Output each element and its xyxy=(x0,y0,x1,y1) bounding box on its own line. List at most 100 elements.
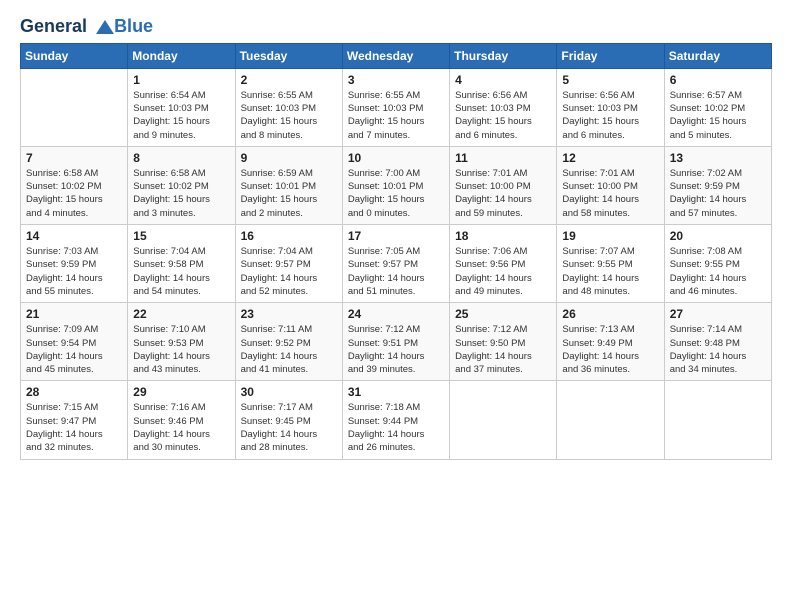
day-number: 29 xyxy=(133,385,229,399)
logo-text: General xyxy=(20,16,116,37)
day-number: 15 xyxy=(133,229,229,243)
day-cell-8: 8 Sunrise: 6:58 AM Sunset: 10:02 PM Dayli… xyxy=(128,146,235,224)
day-number: 6 xyxy=(670,73,766,87)
day-number: 16 xyxy=(241,229,337,243)
day-number: 9 xyxy=(241,151,337,165)
day-info: Sunrise: 6:57 AM Sunset: 10:02 PM Daylig… xyxy=(670,89,766,142)
day-number: 10 xyxy=(348,151,444,165)
day-cell-13: 13 Sunrise: 7:02 AM Sunset: 9:59 PM Dayli… xyxy=(664,146,771,224)
day-cell-20: 20 Sunrise: 7:08 AM Sunset: 9:55 PM Dayli… xyxy=(664,225,771,303)
day-info: Sunrise: 7:03 AM Sunset: 9:59 PM Dayligh… xyxy=(26,245,122,298)
day-info: Sunrise: 6:59 AM Sunset: 10:01 PM Daylig… xyxy=(241,167,337,220)
day-number: 21 xyxy=(26,307,122,321)
weekday-header-sunday: Sunday xyxy=(21,43,128,68)
day-cell-14: 14 Sunrise: 7:03 AM Sunset: 9:59 PM Dayli… xyxy=(21,225,128,303)
day-info: Sunrise: 7:05 AM Sunset: 9:57 PM Dayligh… xyxy=(348,245,444,298)
day-cell-15: 15 Sunrise: 7:04 AM Sunset: 9:58 PM Dayli… xyxy=(128,225,235,303)
day-cell-3: 3Sunrise: 6:55 AM Sunset: 10:03 PM Dayli… xyxy=(342,68,449,146)
day-info: Sunrise: 7:12 AM Sunset: 9:51 PM Dayligh… xyxy=(348,323,444,376)
day-cell-7: 7 Sunrise: 6:58 AM Sunset: 10:02 PM Dayli… xyxy=(21,146,128,224)
day-cell-18: 18 Sunrise: 7:06 AM Sunset: 9:56 PM Dayli… xyxy=(450,225,557,303)
day-info: Sunrise: 7:11 AM Sunset: 9:52 PM Dayligh… xyxy=(241,323,337,376)
day-info: Sunrise: 7:16 AM Sunset: 9:46 PM Dayligh… xyxy=(133,401,229,454)
weekday-header-thursday: Thursday xyxy=(450,43,557,68)
weekday-header-monday: Monday xyxy=(128,43,235,68)
day-number: 22 xyxy=(133,307,229,321)
day-number: 13 xyxy=(670,151,766,165)
day-number: 17 xyxy=(348,229,444,243)
day-cell-16: 16 Sunrise: 7:04 AM Sunset: 9:57 PM Dayli… xyxy=(235,225,342,303)
day-number: 5 xyxy=(562,73,658,87)
day-cell-1: 1 Sunrise: 6:54 AM Sunset: 10:03 PM Dayli… xyxy=(128,68,235,146)
day-number: 27 xyxy=(670,307,766,321)
logo: General Blue xyxy=(20,16,153,37)
day-number: 8 xyxy=(133,151,229,165)
day-number: 12 xyxy=(562,151,658,165)
day-cell-24: 24 Sunrise: 7:12 AM Sunset: 9:51 PM Dayli… xyxy=(342,303,449,381)
day-cell-29: 29 Sunrise: 7:16 AM Sunset: 9:46 PM Dayli… xyxy=(128,381,235,459)
day-info: Sunrise: 6:58 AM Sunset: 10:02 PM Daylig… xyxy=(133,167,229,220)
day-info: Sunrise: 7:14 AM Sunset: 9:48 PM Dayligh… xyxy=(670,323,766,376)
empty-cell xyxy=(21,68,128,146)
week-row-4: 21 Sunrise: 7:09 AM Sunset: 9:54 PM Dayli… xyxy=(21,303,772,381)
day-number: 30 xyxy=(241,385,337,399)
day-info: Sunrise: 7:01 AM Sunset: 10:00 PM Daylig… xyxy=(455,167,551,220)
day-cell-4: 4 Sunrise: 6:56 AM Sunset: 10:03 PM Dayli… xyxy=(450,68,557,146)
header: General Blue xyxy=(20,16,772,37)
day-info: Sunrise: 6:58 AM Sunset: 10:02 PM Daylig… xyxy=(26,167,122,220)
day-info: Sunrise: 7:01 AM Sunset: 10:00 PM Daylig… xyxy=(562,167,658,220)
day-number: 24 xyxy=(348,307,444,321)
day-number: 20 xyxy=(670,229,766,243)
weekday-header-saturday: Saturday xyxy=(664,43,771,68)
day-cell-10: 10Sunrise: 7:00 AM Sunset: 10:01 PM Dayl… xyxy=(342,146,449,224)
day-cell-23: 23 Sunrise: 7:11 AM Sunset: 9:52 PM Dayli… xyxy=(235,303,342,381)
day-cell-5: 5 Sunrise: 6:56 AM Sunset: 10:03 PM Dayli… xyxy=(557,68,664,146)
week-row-2: 7 Sunrise: 6:58 AM Sunset: 10:02 PM Dayli… xyxy=(21,146,772,224)
day-cell-27: 27 Sunrise: 7:14 AM Sunset: 9:48 PM Dayli… xyxy=(664,303,771,381)
day-number: 11 xyxy=(455,151,551,165)
day-info: Sunrise: 6:56 AM Sunset: 10:03 PM Daylig… xyxy=(562,89,658,142)
day-info: Sunrise: 7:12 AM Sunset: 9:50 PM Dayligh… xyxy=(455,323,551,376)
week-row-3: 14 Sunrise: 7:03 AM Sunset: 9:59 PM Dayli… xyxy=(21,225,772,303)
day-number: 25 xyxy=(455,307,551,321)
weekday-header-friday: Friday xyxy=(557,43,664,68)
calendar: SundayMondayTuesdayWednesdayThursdayFrid… xyxy=(20,43,772,460)
day-number: 18 xyxy=(455,229,551,243)
day-cell-2: 2 Sunrise: 6:55 AM Sunset: 10:03 PM Dayli… xyxy=(235,68,342,146)
day-info: Sunrise: 6:54 AM Sunset: 10:03 PM Daylig… xyxy=(133,89,229,142)
day-number: 4 xyxy=(455,73,551,87)
day-number: 23 xyxy=(241,307,337,321)
day-number: 14 xyxy=(26,229,122,243)
day-cell-21: 21 Sunrise: 7:09 AM Sunset: 9:54 PM Dayli… xyxy=(21,303,128,381)
weekday-header-wednesday: Wednesday xyxy=(342,43,449,68)
day-info: Sunrise: 6:56 AM Sunset: 10:03 PM Daylig… xyxy=(455,89,551,142)
day-number: 7 xyxy=(26,151,122,165)
day-info: Sunrise: 7:18 AM Sunset: 9:44 PM Dayligh… xyxy=(348,401,444,454)
day-cell-25: 25 Sunrise: 7:12 AM Sunset: 9:50 PM Dayli… xyxy=(450,303,557,381)
day-info: Sunrise: 7:09 AM Sunset: 9:54 PM Dayligh… xyxy=(26,323,122,376)
day-info: Sunrise: 7:02 AM Sunset: 9:59 PM Dayligh… xyxy=(670,167,766,220)
day-info: Sunrise: 7:10 AM Sunset: 9:53 PM Dayligh… xyxy=(133,323,229,376)
logo-icon xyxy=(94,18,116,36)
day-number: 2 xyxy=(241,73,337,87)
day-info: Sunrise: 6:55 AM Sunset: 10:03 PM Daylig… xyxy=(241,89,337,142)
logo-blue: Blue xyxy=(114,16,153,37)
day-cell-26: 26 Sunrise: 7:13 AM Sunset: 9:49 PM Dayli… xyxy=(557,303,664,381)
page: General Blue SundayMondayTuesdayWednesda… xyxy=(0,0,792,480)
day-info: Sunrise: 7:04 AM Sunset: 9:58 PM Dayligh… xyxy=(133,245,229,298)
day-info: Sunrise: 7:04 AM Sunset: 9:57 PM Dayligh… xyxy=(241,245,337,298)
day-number: 3 xyxy=(348,73,444,87)
week-row-1: 1 Sunrise: 6:54 AM Sunset: 10:03 PM Dayli… xyxy=(21,68,772,146)
day-number: 28 xyxy=(26,385,122,399)
day-info: Sunrise: 7:06 AM Sunset: 9:56 PM Dayligh… xyxy=(455,245,551,298)
day-number: 26 xyxy=(562,307,658,321)
day-info: Sunrise: 7:08 AM Sunset: 9:55 PM Dayligh… xyxy=(670,245,766,298)
day-cell-31: 31 Sunrise: 7:18 AM Sunset: 9:44 PM Dayli… xyxy=(342,381,449,459)
day-number: 31 xyxy=(348,385,444,399)
day-info: Sunrise: 7:13 AM Sunset: 9:49 PM Dayligh… xyxy=(562,323,658,376)
day-number: 1 xyxy=(133,73,229,87)
day-info: Sunrise: 7:07 AM Sunset: 9:55 PM Dayligh… xyxy=(562,245,658,298)
day-cell-17: 17 Sunrise: 7:05 AM Sunset: 9:57 PM Dayli… xyxy=(342,225,449,303)
day-cell-19: 19Sunrise: 7:07 AM Sunset: 9:55 PM Dayli… xyxy=(557,225,664,303)
empty-cell xyxy=(664,381,771,459)
